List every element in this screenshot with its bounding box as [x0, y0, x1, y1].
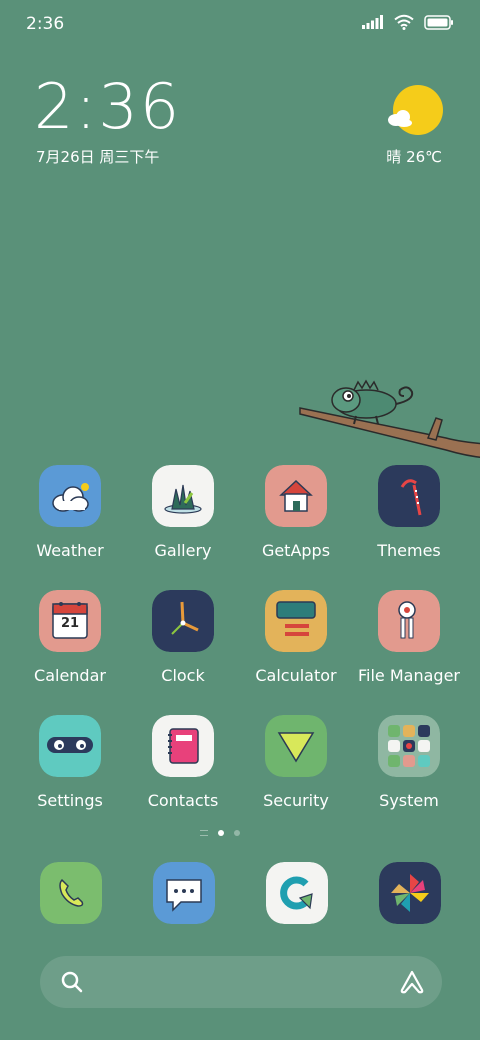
search-bar[interactable] — [40, 956, 442, 1008]
app-calendar[interactable]: 21 Calendar — [15, 590, 125, 685]
status-icons — [362, 14, 454, 30]
assistant-icon[interactable] — [398, 969, 426, 995]
app-label: Security — [263, 791, 329, 810]
browser-icon[interactable] — [266, 862, 328, 924]
app-clock[interactable]: Clock — [128, 590, 238, 685]
app-label: Calculator — [255, 666, 337, 685]
app-label: GetApps — [261, 541, 331, 560]
themes-icon — [378, 465, 440, 527]
app-file-manager[interactable]: File Manager — [354, 590, 464, 685]
clock-icon — [152, 590, 214, 652]
page-dot-current — [218, 830, 224, 836]
search-icon — [61, 971, 83, 993]
gallery-icon — [152, 465, 214, 527]
app-label: Clock — [161, 666, 205, 685]
security-icon — [265, 715, 327, 777]
calendar-day-number: 21 — [60, 616, 80, 631]
app-label: Gallery — [154, 541, 212, 560]
app-label: File Manager — [358, 666, 460, 685]
calculator-icon — [265, 590, 327, 652]
status-bar: 2:36 — [0, 0, 480, 50]
app-security[interactable]: Security — [241, 715, 351, 810]
getapps-icon — [265, 465, 327, 527]
sun-cloud-icon[interactable] — [384, 84, 444, 136]
app-gallery[interactable]: Gallery — [128, 465, 238, 560]
signal-icon — [362, 15, 383, 29]
clock-widget-date: 7月26日 周三下午 — [36, 148, 160, 166]
page-indicator[interactable] — [200, 830, 240, 836]
app-label: Contacts — [147, 791, 219, 810]
file-manager-icon — [378, 590, 440, 652]
app-themes[interactable]: Themes — [354, 465, 464, 560]
app-label: Calendar — [34, 666, 106, 685]
status-time: 2:36 — [26, 14, 65, 34]
app-getapps[interactable]: GetApps — [241, 465, 351, 560]
wifi-icon — [394, 14, 414, 30]
page-indicator-menu — [200, 830, 208, 836]
phone-icon[interactable] — [40, 862, 102, 924]
app-label: Themes — [377, 541, 441, 560]
app-calculator[interactable]: Calculator — [241, 590, 351, 685]
app-system-folder[interactable]: System — [354, 715, 464, 810]
app-contacts[interactable]: Contacts — [128, 715, 238, 810]
settings-icon — [39, 715, 101, 777]
system-folder-icon — [378, 715, 440, 777]
app-weather[interactable]: Weather — [15, 465, 125, 560]
app-label: Settings — [37, 791, 103, 810]
weather-widget-text: 晴 26℃ — [386, 148, 442, 166]
clock-widget-time[interactable]: 2:36 — [34, 76, 181, 138]
app-label: Weather — [36, 541, 104, 560]
battery-icon — [424, 14, 453, 30]
pinwheel-icon[interactable] — [379, 862, 441, 924]
app-label: System — [379, 791, 439, 810]
app-settings[interactable]: Settings — [15, 715, 125, 810]
contacts-icon — [152, 715, 214, 777]
weather-icon — [39, 465, 101, 527]
messages-icon[interactable] — [153, 862, 215, 924]
page-dot — [234, 830, 240, 836]
chameleon-branch-decoration — [299, 379, 480, 459]
